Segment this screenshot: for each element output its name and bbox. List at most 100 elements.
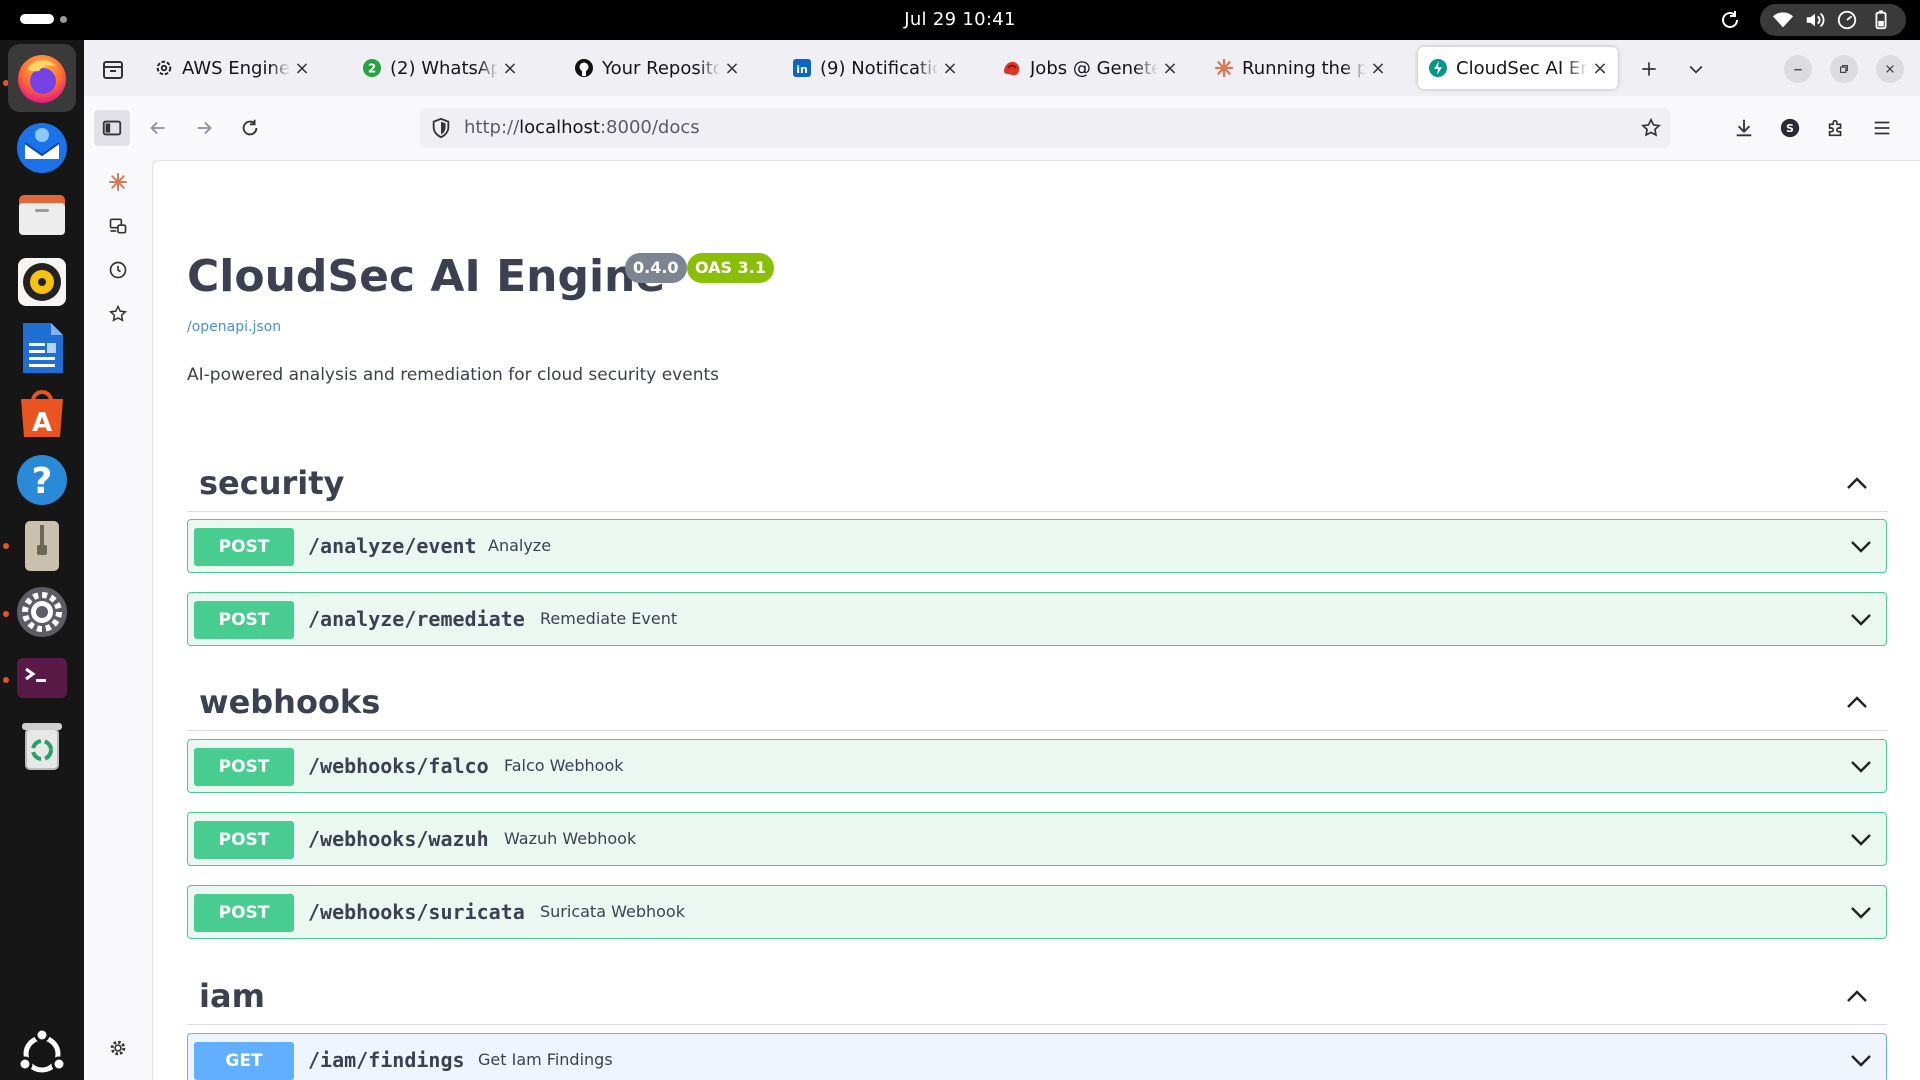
sidebar-history-button[interactable] [100,252,136,288]
app-center-launcher[interactable]: A [8,380,76,448]
tab-close-button[interactable]: × [1370,58,1386,79]
chevron-down-icon[interactable] [1848,1047,1874,1073]
firefox-launcher[interactable] [8,44,76,112]
tab-close-button[interactable]: × [294,58,310,79]
operation-post-webhooks-falco[interactable]: POST /webhooks/falco Falco Webhook [187,739,1887,793]
files-launcher[interactable] [8,180,76,248]
restore-icon [1840,65,1848,73]
operation-path: /webhooks/falco [308,754,489,778]
sidebar-synced-tabs-button[interactable] [100,208,136,244]
files-icon [19,195,65,235]
app-menu-button[interactable] [1864,110,1900,146]
thunderbird-icon [17,123,67,173]
tab-close-button[interactable]: × [1162,58,1178,79]
method-badge: POST [194,748,294,786]
close-window-button[interactable] [1876,55,1904,83]
archive-manager-icon [25,521,59,571]
chevron-up-icon[interactable] [1843,470,1871,498]
tab-claude-running-project[interactable]: Running the proj × [1204,47,1396,89]
clock[interactable]: Jul 29 10:41 [0,0,1920,40]
section-security-header[interactable]: security [187,456,1887,512]
tab-genetech-jobs[interactable]: Jobs @ Genetech × [992,47,1188,89]
trash-icon [22,723,62,770]
tab-close-button[interactable]: × [502,58,518,79]
hamburger-menu-icon [1874,121,1890,135]
reload-button[interactable] [232,110,268,146]
openai-icon [154,58,174,78]
extensions-button[interactable] [1818,110,1854,146]
tab-close-button[interactable]: × [1592,58,1608,79]
svg-text:2: 2 [368,62,376,76]
tab-close-button[interactable]: × [724,58,740,79]
rhythmbox-launcher[interactable] [8,248,76,316]
refresh-indicator-icon[interactable] [1718,8,1742,32]
trash-launcher[interactable] [8,710,76,778]
tab-label: AWS Engineer Bo [182,57,290,79]
operation-post-webhooks-suricata[interactable]: POST /webhooks/suricata Suricata Webhook [187,885,1887,939]
tab-github-repositories[interactable]: Your Repositorie × [564,47,750,89]
bookmark-star-button[interactable] [1640,117,1662,144]
sidebar-claude-button[interactable] [100,164,136,200]
account-button[interactable]: S [1772,110,1808,146]
writer-launcher[interactable] [8,314,76,382]
list-all-tabs-button[interactable] [1680,53,1712,85]
sidebar-customize-button[interactable] [100,1030,136,1066]
section-webhooks-header[interactable]: webhooks [187,675,1887,731]
chevron-down-icon[interactable] [1848,899,1874,925]
swagger-ui-page: CloudSec AI Engine 0.4.0 OAS 3.1 /openap… [152,160,1920,1080]
method-badge: POST [194,894,294,932]
archive-manager-launcher[interactable] [8,512,76,580]
operation-post-webhooks-wazuh[interactable]: POST /webhooks/wazuh Wazuh Webhook [187,812,1887,866]
thunderbird-launcher[interactable] [8,114,76,182]
chevron-down-icon[interactable] [1848,826,1874,852]
method-badge: POST [194,821,294,859]
history-clock-icon [109,261,127,279]
show-apps-button[interactable] [8,1020,76,1080]
firefox-view-icon [103,61,123,79]
forward-button[interactable] [186,110,222,146]
gear-icon [110,1040,126,1056]
version-badge: 0.4.0 [625,253,687,283]
tracking-protection-shield-icon[interactable] [430,117,452,144]
tab-overview-button[interactable] [98,54,128,84]
tab-close-button[interactable]: × [942,58,958,79]
restore-button[interactable] [1830,55,1858,83]
chevron-down-icon[interactable] [1848,533,1874,559]
operation-summary: Falco Webhook [504,756,624,775]
browser-sidebar [84,160,152,1080]
tab-strip: AWS Engineer Bo × 2 (2) WhatsApp Bu × Yo… [84,40,1920,96]
chevron-up-icon[interactable] [1843,689,1871,717]
operation-post-analyze-event[interactable]: POST /analyze/event Analyze [187,519,1887,573]
sidebar-toggle-button[interactable] [94,110,130,146]
operation-post-analyze-remediate[interactable]: POST /analyze/remediate Remediate Event [187,592,1887,646]
chevron-down-icon [1689,65,1703,74]
close-icon [1886,65,1894,73]
operation-summary: Remediate Event [540,609,678,628]
minimize-button[interactable] [1784,55,1812,83]
section-iam-header[interactable]: iam [187,969,1887,1025]
star-icon [1641,117,1661,137]
operation-path: /analyze/event [308,534,477,558]
openapi-json-link[interactable]: /openapi.json [187,319,281,335]
tab-cloudsec-ai-engine[interactable]: CloudSec AI Engi × [1418,47,1618,89]
downloads-button[interactable] [1726,110,1762,146]
url-bar[interactable]: http://localhost:8000/docs [420,108,1670,148]
system-status-menu[interactable] [1760,4,1906,36]
back-button[interactable] [140,110,176,146]
help-launcher[interactable]: ? [8,446,76,514]
chevron-up-icon[interactable] [1843,983,1871,1011]
url-path: :8000/docs [599,117,700,138]
tab-aws-engineer[interactable]: AWS Engineer Bo × [144,47,320,89]
chevron-down-icon[interactable] [1848,753,1874,779]
settings-launcher[interactable] [8,578,76,646]
terminal-launcher[interactable] [8,644,76,712]
tab-linkedin-notifications[interactable]: in (9) Notifications | × [782,47,968,89]
operation-get-iam-findings[interactable]: GET /iam/findings Get Iam Findings [187,1033,1887,1080]
star-icon [108,304,128,322]
sidebar-bookmarks-button[interactable] [100,296,136,332]
whatsapp-icon: 2 [362,58,382,78]
new-tab-button[interactable] [1633,53,1665,85]
tab-whatsapp[interactable]: 2 (2) WhatsApp Bu × [352,47,528,89]
claude-icon [1214,58,1234,78]
chevron-down-icon[interactable] [1848,606,1874,632]
